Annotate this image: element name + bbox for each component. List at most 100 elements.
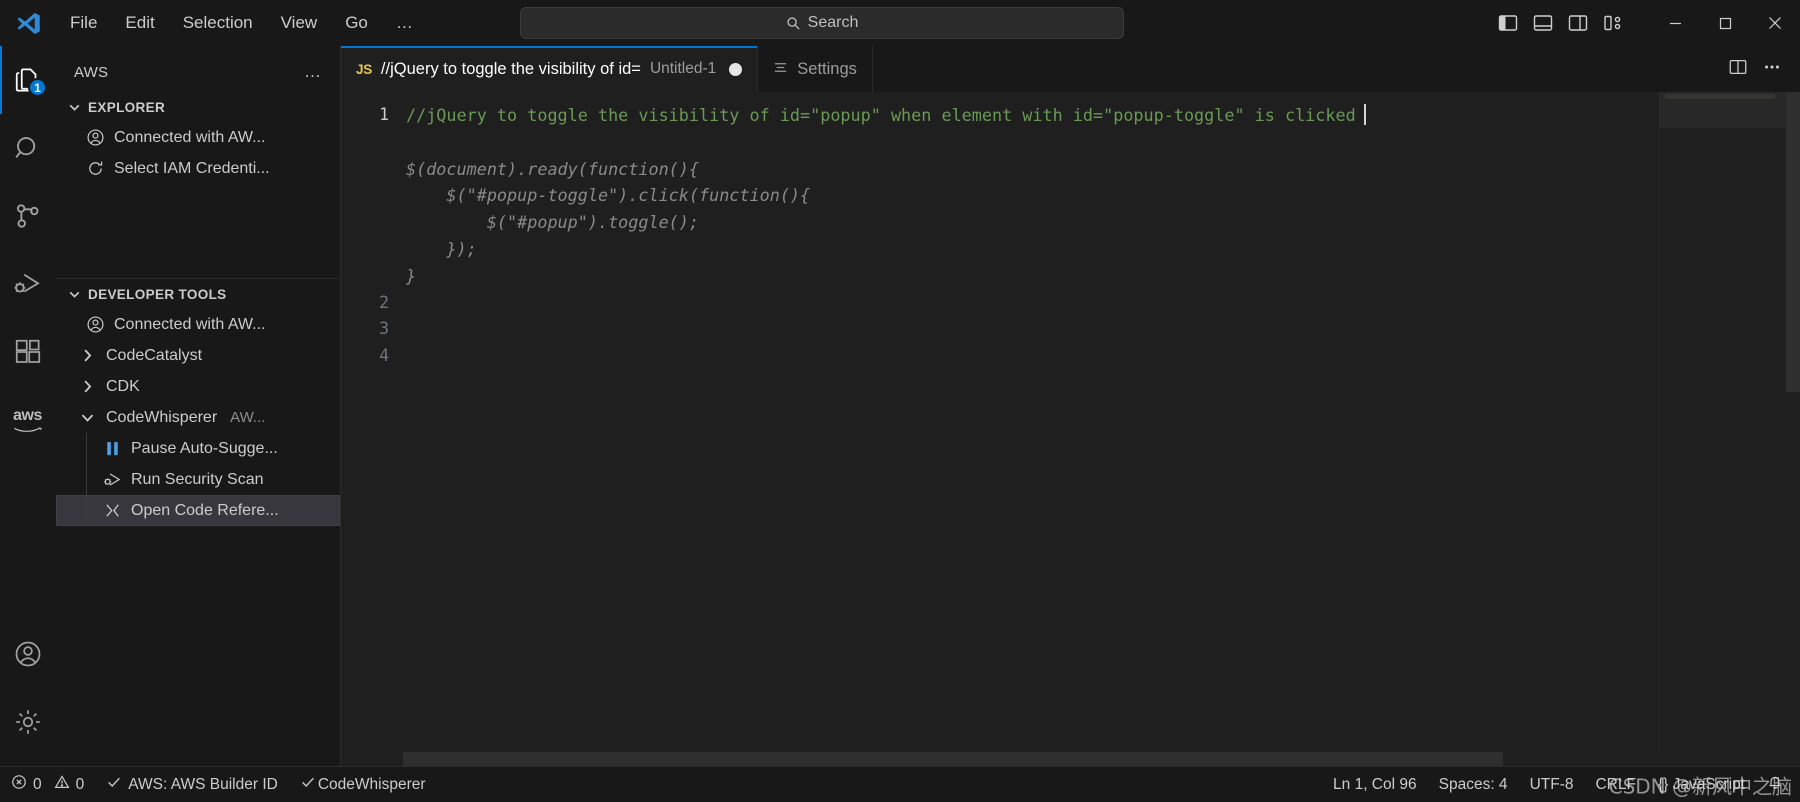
tree-item-label: Pause Auto-Sugge...	[131, 440, 278, 458]
pane-header-explorer[interactable]: EXPLORER	[56, 92, 340, 122]
status-aws-label: AWS: AWS Builder ID	[128, 776, 278, 794]
chevron-down-icon	[66, 99, 83, 116]
status-cursor-position[interactable]: Ln 1, Col 96	[1322, 767, 1428, 802]
layout-controls	[1497, 12, 1624, 34]
code-editor[interactable]: 1 2 3 4 //jQuery to toggle the visibilit…	[341, 92, 1800, 766]
maximize-button[interactable]	[1700, 0, 1750, 46]
account-icon	[86, 315, 105, 334]
warning-count: 0	[76, 776, 85, 794]
line-number-spacer	[341, 263, 403, 290]
inline-suggestion-line-5: }	[406, 266, 416, 286]
minimize-button[interactable]	[1650, 0, 1700, 46]
tree-item-label: Connected with AW...	[114, 129, 265, 147]
unsaved-indicator-icon[interactable]	[729, 63, 742, 76]
line-number: 2	[341, 290, 403, 317]
editor-horizontal-scrollbar[interactable]	[341, 752, 1800, 766]
tab-settings[interactable]: Settings	[758, 46, 873, 92]
status-language-mode[interactable]: {} JavaScript	[1647, 767, 1756, 802]
tree-item-label: Select IAM Credenti...	[114, 160, 270, 178]
status-notifications[interactable]	[1756, 767, 1794, 802]
tree-item-label: Run Security Scan	[131, 471, 264, 489]
close-button[interactable]	[1750, 0, 1800, 46]
activity-item-manage[interactable]	[0, 688, 56, 756]
error-icon	[11, 774, 27, 795]
activity-item-aws[interactable]: aws	[0, 386, 56, 454]
toggle-panel-icon[interactable]	[1532, 12, 1554, 34]
toggle-primary-sidebar-icon[interactable]	[1497, 12, 1519, 34]
code-reference-icon	[103, 501, 122, 520]
line-number-spacer	[341, 236, 403, 263]
chevron-right-icon	[78, 346, 97, 365]
tab-untitled-1[interactable]: JS //jQuery to toggle the visibility of …	[341, 46, 758, 92]
activity-item-source-control[interactable]	[0, 182, 56, 250]
vertical-scrollbar-thumb[interactable]	[1786, 92, 1800, 392]
overview-line-mark	[1665, 94, 1775, 99]
search-placeholder: Search	[808, 14, 859, 32]
inline-suggestion-line-3: $("#popup").toggle();	[406, 212, 699, 232]
status-aws-connection[interactable]: AWS: AWS Builder ID	[95, 767, 289, 802]
tree-item-label: CDK	[106, 378, 140, 396]
sidebar-more-actions-icon[interactable]: …	[298, 62, 328, 82]
split-editor-right-icon[interactable]	[1728, 57, 1748, 82]
toggle-secondary-sidebar-icon[interactable]	[1567, 12, 1589, 34]
status-eol[interactable]: CRLF	[1584, 767, 1646, 802]
security-scan-icon	[103, 470, 122, 489]
status-encoding[interactable]: UTF-8	[1519, 767, 1585, 802]
tree-item-cdk[interactable]: CDK	[56, 371, 340, 402]
activity-item-search[interactable]	[0, 114, 56, 182]
status-indentation[interactable]: Spaces: 4	[1428, 767, 1519, 802]
tree-item-pause-auto-suggestions[interactable]: Pause Auto-Sugge...	[56, 433, 340, 464]
tree-item-codewhisperer[interactable]: CodeWhisperer AW...	[56, 402, 340, 433]
settings-lines-icon	[773, 60, 788, 79]
tab-label: Settings	[797, 60, 857, 79]
line-number: 1	[341, 102, 403, 129]
menu-file[interactable]: File	[56, 8, 111, 38]
horizontal-scrollbar-thumb[interactable]	[403, 752, 1503, 766]
pane-developer-tools: DEVELOPER TOOLS Connected with AW...	[56, 279, 340, 526]
vscode-window: File Edit Selection View Go … ← → Search	[0, 0, 1800, 802]
activity-item-explorer[interactable]: 1	[0, 46, 56, 114]
pane-header-developer-tools[interactable]: DEVELOPER TOOLS	[56, 279, 340, 309]
status-codewhisperer[interactable]: CodeWhisperer	[289, 767, 437, 802]
tree-item-connected-with-aws-explorer[interactable]: Connected with AW...	[56, 122, 340, 153]
explorer-badge: 1	[28, 78, 47, 97]
status-bar: 0 0 AWS: AWS Builder ID CodeWhisperer	[0, 766, 1800, 802]
activity-item-accounts[interactable]	[0, 620, 56, 688]
tree-item-label: CodeCatalyst	[106, 347, 202, 365]
activity-item-extensions[interactable]	[0, 318, 56, 386]
editor-tabs: JS //jQuery to toggle the visibility of …	[341, 46, 1800, 92]
menu-edit[interactable]: Edit	[111, 8, 168, 38]
tree-item-label: Connected with AW...	[114, 316, 265, 334]
tree-item-codecatalyst[interactable]: CodeCatalyst	[56, 340, 340, 371]
tree-item-select-iam-credentials[interactable]: Select IAM Credenti...	[56, 153, 340, 184]
menu-more[interactable]: …	[382, 8, 427, 38]
status-problems[interactable]: 0 0	[0, 767, 95, 802]
status-bar-right: Ln 1, Col 96 Spaces: 4 UTF-8 CRLF {} Jav…	[1322, 767, 1800, 802]
tree-item-run-security-scan[interactable]: Run Security Scan	[56, 464, 340, 495]
menu-view[interactable]: View	[267, 8, 332, 38]
customize-layout-icon[interactable]	[1602, 12, 1624, 34]
activity-item-run-and-debug[interactable]	[0, 250, 56, 318]
menu-selection[interactable]: Selection	[169, 8, 267, 38]
tree-item-open-code-reference-log[interactable]: Open Code Refere...	[56, 495, 340, 526]
status-codewhisperer-label: CodeWhisperer	[318, 776, 426, 794]
refresh-icon	[86, 159, 105, 178]
sidebar-header: AWS …	[56, 52, 340, 92]
sidebar: AWS … EXPLORER	[56, 46, 341, 766]
search-input[interactable]: Search	[520, 7, 1124, 39]
line-number-gutter: 1 2 3 4	[341, 92, 403, 766]
pane-explorer: EXPLORER Connected with AW...	[56, 92, 340, 279]
inline-suggestion-line-1: $(document).ready(function(){	[406, 159, 699, 179]
search-icon	[786, 16, 801, 31]
code-line-1: //jQuery to toggle the visibility of id=…	[406, 105, 1356, 125]
code-content[interactable]: //jQuery to toggle the visibility of id=…	[403, 92, 1800, 766]
tree-item-label: Open Code Refere...	[131, 502, 279, 520]
chevron-down-icon	[78, 408, 97, 427]
pane-title-developer-tools: DEVELOPER TOOLS	[88, 287, 227, 302]
editor-vertical-scrollbar[interactable]	[1786, 92, 1800, 766]
more-actions-icon[interactable]	[1762, 57, 1782, 82]
menu-go[interactable]: Go	[331, 8, 382, 38]
tab-description: Untitled-1	[650, 60, 716, 78]
tree-item-connected-with-aws-devtools[interactable]: Connected with AW...	[56, 309, 340, 340]
sidebar-title: AWS	[74, 64, 108, 81]
